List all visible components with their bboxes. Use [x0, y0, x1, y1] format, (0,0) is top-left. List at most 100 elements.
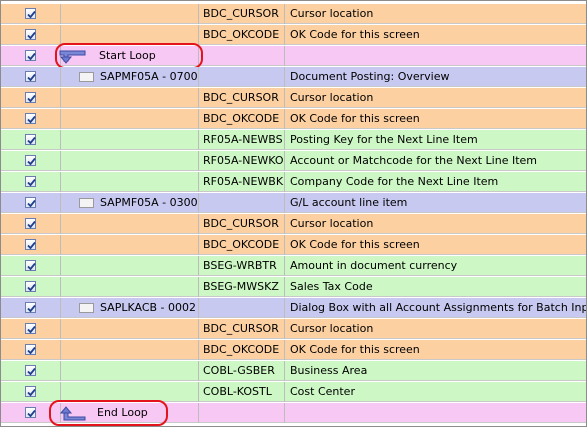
- tree-cell: [61, 109, 199, 129]
- field-row[interactable]: BDC_OKCODE OK Code for this screen: [1, 340, 586, 360]
- field-name-cell: BSEG-MWSKZ: [199, 277, 285, 297]
- row-checkbox[interactable]: [25, 113, 36, 124]
- checkbox-cell: [1, 193, 61, 213]
- description-cell: OK Code for this screen: [290, 343, 420, 356]
- field-row[interactable]: BDC_CURSOR Cursor location: [1, 88, 586, 108]
- tree-cell: SAPLKACB - 0002: [61, 298, 199, 318]
- screen-row[interactable]: SAPLKACB - 0002 Dialog Box with all Accou…: [1, 298, 586, 318]
- checkbox-cell: [1, 214, 61, 234]
- field-name-cell: [199, 67, 285, 87]
- row-checkbox[interactable]: [25, 218, 36, 229]
- checkbox-cell: [1, 361, 61, 381]
- tree-cell: [61, 256, 199, 276]
- tree-cell: [61, 382, 199, 402]
- field-name-cell: [199, 403, 285, 423]
- row-checkbox[interactable]: [25, 365, 36, 376]
- screen-row[interactable]: SAPMF05A - 0300 G/L account line item: [1, 193, 586, 213]
- description-cell: Amount in document currency: [290, 259, 458, 272]
- field-row[interactable]: RF05A-NEWKO Account or Matchcode for the …: [1, 151, 586, 171]
- field-row[interactable]: BDC_OKCODE OK Code for this screen: [1, 235, 586, 255]
- field-row[interactable]: BSEG-WRBTR Amount in document currency: [1, 256, 586, 276]
- row-checkbox[interactable]: [25, 344, 36, 355]
- checkmark-icon: [27, 115, 36, 124]
- checkbox-cell: [1, 256, 61, 276]
- tree-cell: [61, 277, 199, 297]
- field-row[interactable]: COBL-GSBER Business Area: [1, 361, 586, 381]
- field-row[interactable]: BDC_OKCODE OK Code for this screen: [1, 25, 586, 45]
- row-checkbox[interactable]: [25, 302, 36, 313]
- description-cell: Cursor location: [290, 7, 374, 20]
- field-name-cell: RF05A-NEWKO: [199, 151, 285, 171]
- checkmark-icon: [27, 283, 36, 292]
- row-checkbox[interactable]: [25, 29, 36, 40]
- row-checkbox[interactable]: [25, 323, 36, 334]
- checkbox-cell: [1, 4, 61, 24]
- screen-icon: [79, 72, 94, 82]
- checkbox-cell: [1, 382, 61, 402]
- field-row[interactable]: BDC_CURSOR Cursor location: [1, 214, 586, 234]
- checkbox-cell: [1, 319, 61, 339]
- field-name-cell: BDC_OKCODE: [199, 25, 285, 45]
- checkmark-icon: [27, 157, 36, 166]
- tree-cell: [61, 319, 199, 339]
- field-row[interactable]: BDC_CURSOR Cursor location: [1, 319, 586, 339]
- field-row[interactable]: BDC_OKCODE OK Code for this screen: [1, 109, 586, 129]
- loop-label: Start Loop: [99, 49, 156, 62]
- screen-program-label: SAPMF05A - 0300: [100, 196, 198, 209]
- checkbox-cell: [1, 46, 61, 66]
- row-checkbox[interactable]: [25, 197, 36, 208]
- description-cell: [285, 46, 586, 66]
- field-name-cell: BSEG-WRBTR: [199, 256, 285, 276]
- loop-row[interactable]: End Loop: [1, 403, 586, 423]
- row-checkbox[interactable]: [25, 71, 36, 82]
- loop-end-arrow-icon: [59, 406, 86, 421]
- field-row[interactable]: BDC_CURSOR Cursor location: [1, 4, 586, 24]
- row-checkbox[interactable]: [25, 239, 36, 250]
- tree-cell: SAPMF05A - 0300: [61, 193, 199, 213]
- loop-row[interactable]: Start Loop: [1, 46, 586, 66]
- checkmark-icon: [27, 199, 36, 208]
- checkmark-icon: [27, 346, 36, 355]
- checkbox-cell: [1, 340, 61, 360]
- loop-label: End Loop: [97, 406, 148, 419]
- field-name-cell: [199, 46, 285, 66]
- checkmark-icon: [27, 262, 36, 271]
- field-name-cell: BDC_OKCODE: [199, 340, 285, 360]
- field-row[interactable]: RF05A-NEWBS Posting Key for the Next Line…: [1, 130, 586, 150]
- description-cell: Cursor location: [290, 322, 374, 335]
- row-checkbox[interactable]: [25, 92, 36, 103]
- loop-start-arrow-icon: [59, 50, 86, 64]
- field-row[interactable]: BSEG-MWSKZ Sales Tax Code: [1, 277, 586, 297]
- tree-cell: [61, 25, 199, 45]
- row-checkbox[interactable]: [25, 176, 36, 187]
- description-cell: OK Code for this screen: [290, 28, 420, 41]
- field-row[interactable]: COBL-KOSTL Cost Center: [1, 382, 586, 402]
- screen-icon: [79, 303, 94, 313]
- row-checkbox[interactable]: [25, 260, 36, 271]
- field-name-cell: BDC_OKCODE: [199, 109, 285, 129]
- checkmark-icon: [27, 178, 36, 187]
- field-name-cell: BDC_CURSOR: [199, 319, 285, 339]
- tree-cell: [61, 151, 199, 171]
- row-checkbox[interactable]: [25, 281, 36, 292]
- field-name-cell: [199, 298, 285, 318]
- checkbox-cell: [1, 25, 61, 45]
- description-cell: OK Code for this screen: [290, 238, 420, 251]
- checkmark-icon: [27, 10, 36, 19]
- row-checkbox[interactable]: [25, 155, 36, 166]
- checkmark-icon: [27, 52, 36, 61]
- row-checkbox[interactable]: [25, 134, 36, 145]
- tree-cell: SAPMF05A - 0700: [61, 67, 199, 87]
- description-cell: [285, 403, 586, 423]
- screen-row[interactable]: SAPMF05A - 0700 Document Posting: Overvie…: [1, 67, 586, 87]
- tree-cell: [61, 361, 199, 381]
- row-checkbox[interactable]: [25, 8, 36, 19]
- row-checkbox[interactable]: [25, 407, 36, 418]
- row-checkbox[interactable]: [25, 386, 36, 397]
- description-cell: G/L account line item: [290, 196, 408, 209]
- description-cell: Sales Tax Code: [290, 280, 373, 293]
- row-checkbox[interactable]: [25, 50, 36, 61]
- checkmark-icon: [27, 388, 36, 397]
- checkmark-icon: [27, 325, 36, 334]
- field-row[interactable]: RF05A-NEWBK Company Code for the Next Lin…: [1, 172, 586, 192]
